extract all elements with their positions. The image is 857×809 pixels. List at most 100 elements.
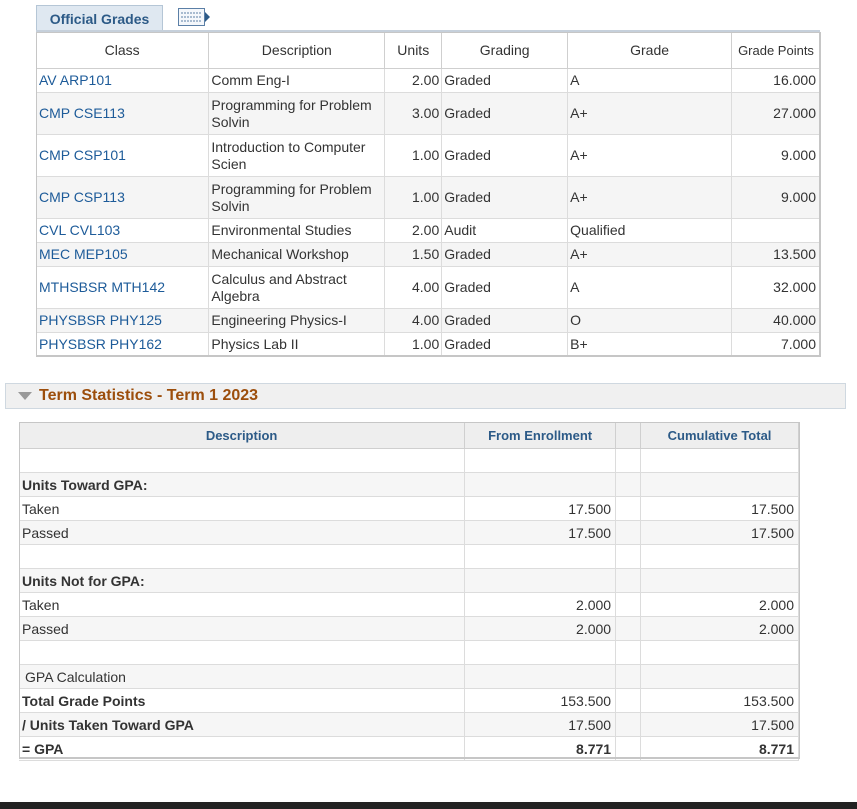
grading-basis: Graded — [441, 134, 569, 177]
stat-enrollment-value: 17.500 — [464, 520, 617, 545]
stat-row: = GPA 8.771 8.771 — [19, 736, 799, 761]
gpa-enrollment-value: 8.771 — [464, 736, 617, 761]
units-toward-gpa-heading: Units Toward GPA: — [19, 472, 466, 497]
bottom-edge-bar — [0, 802, 857, 809]
header-grading[interactable]: Grading — [441, 32, 569, 69]
grading-basis: Graded — [441, 92, 569, 135]
course-description: Environmental Studies — [208, 218, 386, 243]
class-link[interactable]: MTHSBSR MTH142 — [36, 266, 210, 309]
stat-cumulative-value: 17.500 — [640, 520, 799, 545]
table-row: CMP CSP101 Introduction to Computer Scie… — [36, 134, 821, 177]
official-grades-table: Class Description Units Grading Grade Gr… — [36, 32, 821, 357]
stat-row: Passed 17.500 17.500 — [19, 520, 799, 545]
table-row: PHYSBSR PHY125 Engineering Physics-I 4.0… — [36, 308, 821, 333]
course-description: Programming for Problem Solvin — [208, 176, 386, 219]
grid-view-icon[interactable] — [178, 8, 211, 26]
stat-cumulative-value: 17.500 — [640, 496, 799, 521]
course-description: Physics Lab II — [208, 332, 386, 357]
spacer-row — [19, 448, 799, 473]
stat-cumulative-value: 17.500 — [640, 712, 799, 737]
units-value: 1.00 — [384, 332, 443, 357]
course-description: Engineering Physics-I — [208, 308, 386, 333]
grade-points-value: 13.500 — [731, 242, 821, 267]
section-row: GPA Calculation — [19, 664, 799, 689]
stat-row: Passed 2.000 2.000 — [19, 616, 799, 641]
table-row: PHYSBSR PHY162 Physics Lab II 1.00 Grade… — [36, 332, 821, 357]
header-grade-points[interactable]: Grade Points — [731, 32, 821, 69]
units-value: 4.00 — [384, 266, 443, 309]
grade-points-value: 40.000 — [731, 308, 821, 333]
grade-value: B+ — [567, 332, 732, 357]
term-statistics-header[interactable]: Term Statistics - Term 1 2023 — [5, 383, 846, 409]
units-not-for-gpa-heading: Units Not for GPA: — [19, 568, 466, 593]
grade-points-value: 9.000 — [731, 134, 821, 177]
grading-basis: Graded — [441, 68, 569, 93]
stat-enrollment-value: 17.500 — [464, 496, 617, 521]
units-value: 4.00 — [384, 308, 443, 333]
grade-value: A — [567, 68, 732, 93]
grade-value: O — [567, 308, 732, 333]
grades-header-row: Class Description Units Grading Grade Gr… — [36, 32, 821, 69]
gpa-calculation-heading: GPA Calculation — [19, 664, 466, 689]
grade-value: Qualified — [567, 218, 732, 243]
stat-label: Passed — [19, 616, 466, 641]
stat-label: Passed — [19, 520, 466, 545]
units-value: 1.00 — [384, 176, 443, 219]
table-row: CMP CSE113 Programming for Problem Solvi… — [36, 92, 821, 135]
grading-basis: Audit — [441, 218, 569, 243]
term-statistics-title: Term Statistics - Term 1 2023 — [39, 387, 259, 404]
course-description: Introduction to Computer Scien — [208, 134, 386, 177]
stat-enrollment-value: 2.000 — [464, 592, 617, 617]
course-description: Comm Eng-I — [208, 68, 386, 93]
gpa-cumulative-value: 8.771 — [640, 736, 799, 761]
header-class[interactable]: Class — [36, 32, 210, 69]
units-value: 2.00 — [384, 218, 443, 243]
class-link[interactable]: MEC MEP105 — [36, 242, 210, 267]
official-grades-tab[interactable]: Official Grades — [36, 5, 163, 31]
class-link[interactable]: CMP CSE113 — [36, 92, 210, 135]
stat-row: Taken 2.000 2.000 — [19, 592, 799, 617]
stat-label: Taken — [19, 592, 466, 617]
class-link[interactable]: CMP CSP101 — [36, 134, 210, 177]
grade-value: A+ — [567, 134, 732, 177]
stat-label: Taken — [19, 496, 466, 521]
table-row: CVL CVL103 Environmental Studies 2.00 Au… — [36, 218, 821, 243]
header-units[interactable]: Units — [384, 32, 443, 69]
grade-value: A — [567, 266, 732, 309]
section-row: Units Not for GPA: — [19, 568, 799, 593]
stat-cumulative-value: 2.000 — [640, 616, 799, 641]
class-link[interactable]: PHYSBSR PHY162 — [36, 332, 210, 357]
header-cumulative-total: Cumulative Total — [640, 422, 799, 449]
table-row: AV ARP101 Comm Eng-I 2.00 Graded A 16.00… — [36, 68, 821, 93]
stat-label: Total Grade Points — [19, 688, 466, 713]
grading-basis: Graded — [441, 176, 569, 219]
stat-cumulative-value: 2.000 — [640, 592, 799, 617]
header-grade[interactable]: Grade — [567, 32, 732, 69]
class-link[interactable]: CVL CVL103 — [36, 218, 210, 243]
table-row: MTHSBSR MTH142 Calculus and Abstract Alg… — [36, 266, 821, 309]
stat-label: = GPA — [19, 736, 466, 761]
stat-enrollment-value: 2.000 — [464, 616, 617, 641]
class-link[interactable]: AV ARP101 — [36, 68, 210, 93]
spacer-row — [19, 544, 799, 569]
units-value: 3.00 — [384, 92, 443, 135]
triangle-down-icon[interactable] — [18, 392, 32, 400]
units-value: 1.50 — [384, 242, 443, 267]
class-link[interactable]: CMP CSP113 — [36, 176, 210, 219]
grade-value: A+ — [567, 92, 732, 135]
grade-points-value: 27.000 — [731, 92, 821, 135]
stat-row: Total Grade Points 153.500 153.500 — [19, 688, 799, 713]
spacer-row — [19, 640, 799, 665]
units-value: 1.00 — [384, 134, 443, 177]
course-description: Mechanical Workshop — [208, 242, 386, 267]
section-row: Units Toward GPA: — [19, 472, 799, 497]
grading-basis: Graded — [441, 308, 569, 333]
grading-basis: Graded — [441, 332, 569, 357]
grading-basis: Graded — [441, 242, 569, 267]
class-link[interactable]: PHYSBSR PHY125 — [36, 308, 210, 333]
stat-row: / Units Taken Toward GPA 17.500 17.500 — [19, 712, 799, 737]
header-description[interactable]: Description — [208, 32, 386, 69]
grade-points-value — [731, 218, 821, 243]
stat-enrollment-value: 17.500 — [464, 712, 617, 737]
table-row: CMP CSP113 Programming for Problem Solvi… — [36, 176, 821, 219]
